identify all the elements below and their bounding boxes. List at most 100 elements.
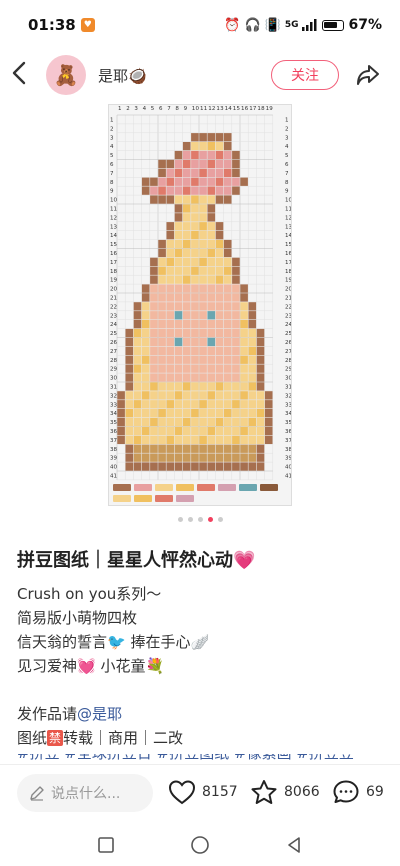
- bead-cell: [223, 426, 232, 436]
- bead-cell: [215, 320, 224, 329]
- bead-cell: [264, 391, 273, 400]
- bead-cell: [215, 355, 224, 364]
- recents-icon[interactable]: [97, 836, 115, 854]
- like-button[interactable]: 8157: [168, 779, 238, 805]
- bead-cell: [215, 435, 224, 444]
- color-swatch: [218, 484, 236, 491]
- bead-cell: [125, 337, 134, 347]
- bead-cell: [125, 435, 134, 444]
- row-number: 11: [285, 207, 292, 213]
- bead-cell: [207, 275, 216, 284]
- bead-cell: [150, 186, 158, 195]
- carousel-dot[interactable]: [197, 517, 203, 522]
- home-icon[interactable]: [190, 835, 210, 855]
- carousel-dot[interactable]: [187, 517, 193, 522]
- bead-cell: [158, 409, 166, 418]
- bead-cell: [232, 177, 240, 186]
- collect-button[interactable]: 8066: [250, 779, 320, 805]
- row-number: 21: [285, 296, 292, 302]
- bead-cell: [215, 133, 224, 142]
- row-number: 3: [110, 135, 114, 141]
- row-number: 1: [110, 118, 114, 124]
- bead-cell: [215, 150, 224, 160]
- bead-cell: [223, 142, 232, 151]
- bead-cell: [248, 337, 257, 347]
- bead-cell: [191, 409, 199, 418]
- bead-cell: [174, 257, 183, 266]
- carousel-dot[interactable]: [207, 517, 213, 522]
- bead-cell: [166, 222, 175, 231]
- bead-cell: [215, 364, 224, 373]
- share-icon[interactable]: [355, 62, 381, 88]
- bead-cell: [256, 462, 265, 471]
- bead-cell: [166, 195, 175, 204]
- pencil-icon: [30, 786, 44, 801]
- bead-cell: [232, 302, 240, 311]
- hashtags[interactable]: #拼豆 #全球拼豆日 #拼豆图纸 #像素画 #拼豆豆: [17, 754, 354, 762]
- avatar[interactable]: 🧸: [46, 55, 86, 95]
- follow-button[interactable]: 关注: [271, 60, 339, 90]
- bead-cell: [207, 426, 216, 436]
- bead-cell: [133, 435, 142, 444]
- bead-cell: [125, 364, 134, 373]
- bead-cell: [117, 391, 125, 400]
- bead-cell: [223, 266, 232, 275]
- mention-link[interactable]: @是耶: [77, 705, 122, 723]
- hashtag-row[interactable]: #拼豆 #全球拼豆日 #拼豆图纸 #像素画 #拼豆豆: [17, 754, 383, 763]
- bead-cell: [248, 311, 257, 320]
- bead-cell: [166, 320, 175, 329]
- bead-cell: [223, 364, 232, 373]
- signal-icon: [302, 19, 317, 31]
- bead-cell: [199, 168, 207, 177]
- bead-cell: [199, 435, 207, 444]
- row-number: 6: [110, 162, 114, 168]
- bead-cell: [240, 444, 248, 453]
- bead-cell: [215, 257, 224, 266]
- bead-cell: [191, 275, 199, 284]
- bead-cell: [166, 266, 175, 275]
- post-image-carousel[interactable]: 1 2 3 4 5 6 7 8 9 10 11 12 13 14 15 16 17 18 19 1122334455…: [0, 104, 400, 506]
- row-number: 40: [285, 465, 292, 471]
- bead-cell: [207, 328, 216, 338]
- comment-input[interactable]: 说点什么...: [17, 774, 153, 812]
- bead-cell: [158, 195, 166, 204]
- bead-cell: [141, 462, 150, 471]
- bead-cell: [191, 302, 199, 311]
- bead-cell: [223, 328, 232, 338]
- bead-cell: [166, 257, 175, 266]
- carousel-dot[interactable]: [217, 517, 223, 522]
- bead-cell: [232, 266, 240, 275]
- row-number: 22: [285, 304, 292, 310]
- carousel-dot[interactable]: [177, 517, 183, 522]
- bead-cell: [133, 444, 142, 453]
- bead-cell: [174, 302, 183, 311]
- bead-cell: [182, 248, 191, 258]
- bead-cell: [158, 337, 166, 347]
- bead-cell: [182, 266, 191, 275]
- bead-cell: [215, 186, 224, 195]
- row-number: 10: [110, 198, 117, 204]
- bead-cell: [133, 391, 142, 400]
- bead-cell: [199, 382, 207, 391]
- author-name[interactable]: 是耶🥥: [98, 65, 147, 86]
- back-icon[interactable]: [12, 61, 38, 90]
- bead-cell: [240, 409, 248, 418]
- back-nav-icon[interactable]: [285, 836, 303, 854]
- row-number: 41: [285, 474, 292, 480]
- row-number: 4: [285, 144, 289, 150]
- bead-cell: [158, 426, 166, 436]
- bead-cell: [223, 453, 232, 462]
- bead-cell: [117, 400, 125, 409]
- bead-cell: [199, 239, 207, 249]
- bead-cell: [174, 364, 183, 373]
- bead-cell: [141, 382, 150, 391]
- bead-cell: [232, 311, 240, 320]
- bead-cell: [150, 284, 158, 293]
- comment-button[interactable]: 69: [332, 779, 384, 805]
- bead-cell: [174, 177, 183, 186]
- bead-cell: [232, 346, 240, 355]
- bead-cell: [215, 373, 224, 382]
- bead-cell: [174, 266, 183, 275]
- bead-cell: [215, 168, 224, 177]
- bead-cell: [133, 302, 142, 311]
